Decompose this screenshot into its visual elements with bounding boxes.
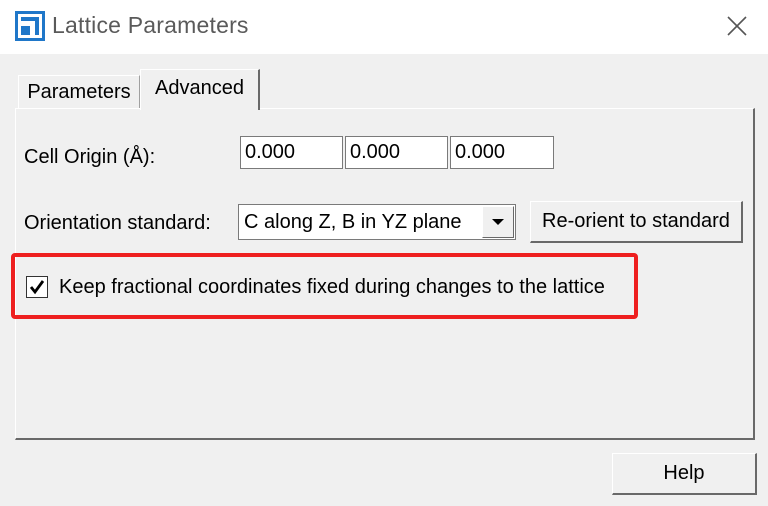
- reorient-to-standard-button[interactable]: Re-orient to standard: [530, 201, 743, 243]
- cell-origin-y-input[interactable]: [345, 136, 448, 169]
- help-button[interactable]: Help: [612, 453, 757, 495]
- close-icon: [727, 16, 747, 36]
- orientation-selected-value: C along Z, B in YZ plane: [244, 211, 462, 233]
- highlight-box: [11, 253, 638, 319]
- orientation-standard-select[interactable]: C along Z, B in YZ plane: [238, 204, 516, 240]
- tab-advanced[interactable]: Advanced: [140, 69, 260, 110]
- tab-strip: Parameters Advanced: [16, 68, 756, 110]
- cell-origin-x-input[interactable]: [240, 136, 343, 169]
- tab-parameters[interactable]: Parameters: [18, 75, 140, 109]
- orientation-standard-label: Orientation standard:: [24, 212, 211, 234]
- lattice-window-icon: [15, 11, 45, 41]
- cell-origin-label: Cell Origin (Å):: [24, 146, 156, 168]
- dropdown-arrow-button[interactable]: [482, 206, 514, 238]
- title-bar: Lattice Parameters: [0, 0, 768, 54]
- window-title: Lattice Parameters: [52, 12, 249, 38]
- close-button[interactable]: [720, 10, 754, 42]
- cell-origin-z-input[interactable]: [450, 136, 554, 169]
- chevron-down-icon: [492, 219, 504, 225]
